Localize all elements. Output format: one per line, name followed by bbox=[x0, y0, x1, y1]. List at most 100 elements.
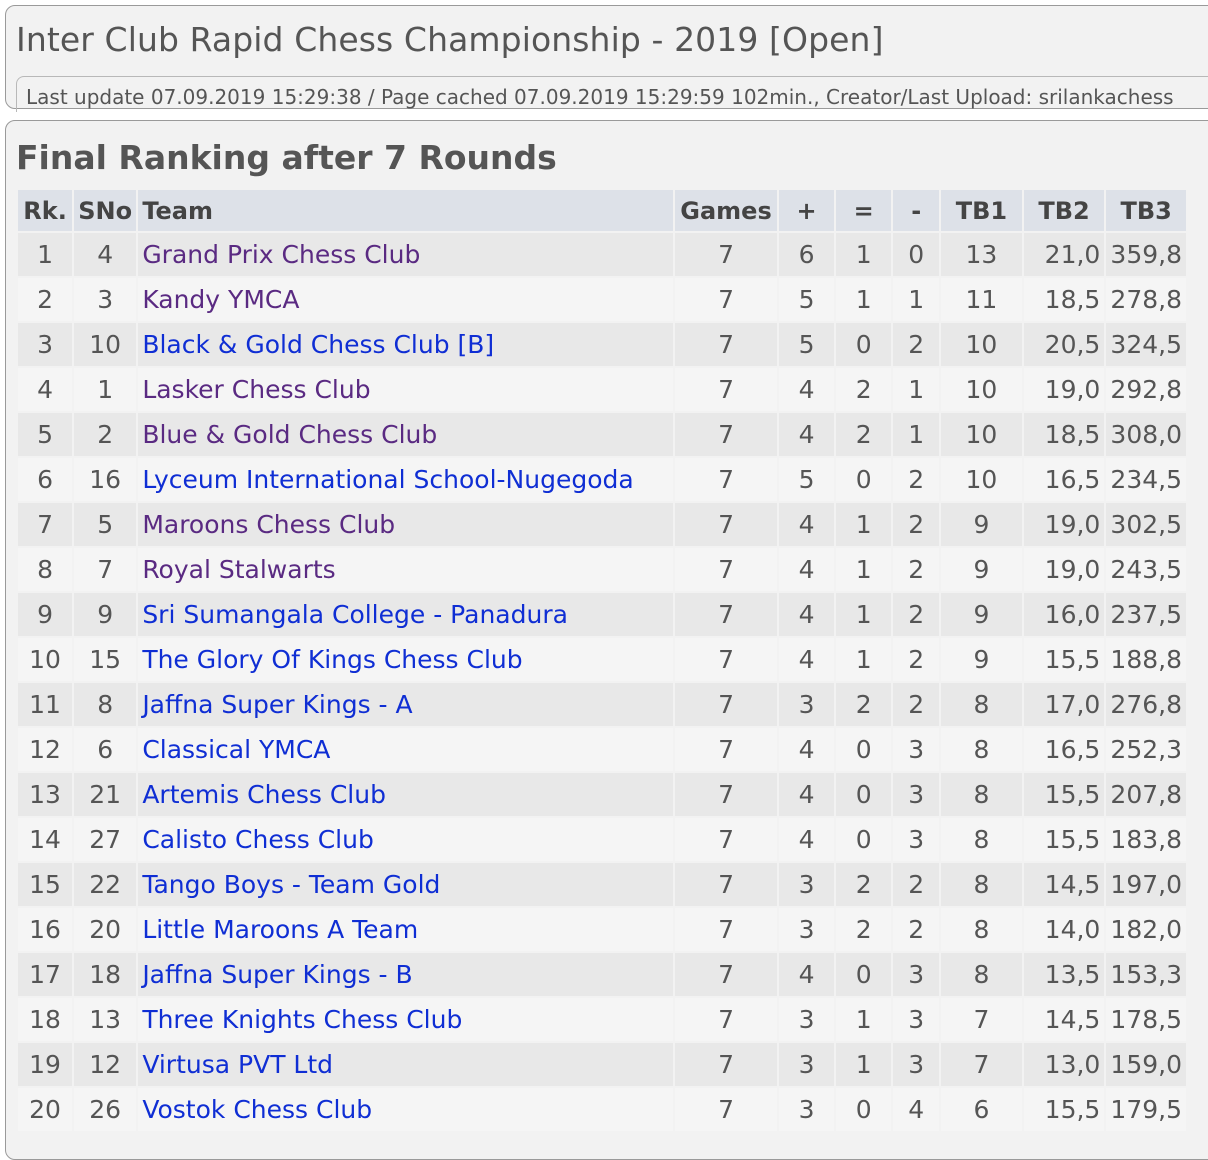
won-cell: 5 bbox=[779, 458, 835, 501]
tb3-cell: 243,5 bbox=[1106, 548, 1186, 591]
team-link[interactable]: The Glory Of Kings Chess Club bbox=[142, 645, 522, 674]
team-cell: Sri Sumangala College - Panadura bbox=[138, 593, 673, 636]
team-link[interactable]: Tango Boys - Team Gold bbox=[142, 870, 440, 899]
table-row: 11 8 Jaffna Super Kings - A 7 3 2 2 8 17,0 276,8 bbox=[18, 683, 1186, 726]
lost-cell: 1 bbox=[893, 278, 940, 321]
rank-cell: 19 bbox=[18, 1043, 73, 1086]
lost-cell: 2 bbox=[893, 638, 940, 681]
tb2-cell: 15,5 bbox=[1023, 1088, 1105, 1131]
team-link[interactable]: Maroons Chess Club bbox=[142, 510, 395, 539]
games-cell: 7 bbox=[675, 953, 778, 996]
won-cell: 3 bbox=[779, 863, 835, 906]
games-cell: 7 bbox=[675, 908, 778, 951]
team-link[interactable]: Blue & Gold Chess Club bbox=[142, 420, 437, 449]
tb1-cell: 7 bbox=[941, 998, 1022, 1041]
won-cell: 4 bbox=[779, 638, 835, 681]
table-row: 5 2 Blue & Gold Chess Club 7 4 2 1 10 18,5 308,0 bbox=[18, 413, 1186, 456]
tb2-cell: 20,5 bbox=[1023, 323, 1105, 366]
table-row: 20 26 Vostok Chess Club 7 3 0 4 6 15,5 179,5 bbox=[18, 1088, 1186, 1131]
games-cell: 7 bbox=[675, 548, 778, 591]
rank-cell: 7 bbox=[18, 503, 73, 546]
tb3-cell: 292,8 bbox=[1106, 368, 1186, 411]
team-link[interactable]: Virtusa PVT Ltd bbox=[142, 1050, 333, 1079]
team-link[interactable]: Artemis Chess Club bbox=[142, 780, 386, 809]
won-cell: 4 bbox=[779, 593, 835, 636]
team-link[interactable]: Three Knights Chess Club bbox=[142, 1005, 462, 1034]
team-cell: Tango Boys - Team Gold bbox=[138, 863, 673, 906]
team-link[interactable]: Calisto Chess Club bbox=[142, 825, 374, 854]
table-row: 14 27 Calisto Chess Club 7 4 0 3 8 15,5 183,8 bbox=[18, 818, 1186, 861]
lost-cell: 2 bbox=[893, 593, 940, 636]
team-cell: Blue & Gold Chess Club bbox=[138, 413, 673, 456]
rank-cell: 3 bbox=[18, 323, 73, 366]
lost-cell: 2 bbox=[893, 908, 940, 951]
tb1-cell: 8 bbox=[941, 953, 1022, 996]
games-cell: 7 bbox=[675, 458, 778, 501]
tb3-cell: 153,3 bbox=[1106, 953, 1186, 996]
team-link[interactable]: Black & Gold Chess Club [B] bbox=[142, 330, 494, 359]
team-cell: Virtusa PVT Ltd bbox=[138, 1043, 673, 1086]
tb2-cell: 13,0 bbox=[1023, 1043, 1105, 1086]
tb2-cell: 16,5 bbox=[1023, 458, 1105, 501]
drawn-cell: 1 bbox=[836, 503, 892, 546]
won-cell: 3 bbox=[779, 1088, 835, 1131]
team-link[interactable]: Sri Sumangala College - Panadura bbox=[142, 600, 568, 629]
lost-cell: 2 bbox=[893, 458, 940, 501]
tb2-cell: 14,5 bbox=[1023, 863, 1105, 906]
tb3-cell: 197,0 bbox=[1106, 863, 1186, 906]
rank-cell: 1 bbox=[18, 233, 73, 276]
tb1-cell: 9 bbox=[941, 593, 1022, 636]
lost-cell: 3 bbox=[893, 773, 940, 816]
won-cell: 6 bbox=[779, 233, 835, 276]
sno-cell: 6 bbox=[74, 728, 137, 771]
team-link[interactable]: Kandy YMCA bbox=[142, 285, 299, 314]
team-link[interactable]: Classical YMCA bbox=[142, 735, 330, 764]
games-cell: 7 bbox=[675, 998, 778, 1041]
tb3-cell: 276,8 bbox=[1106, 683, 1186, 726]
rank-cell: 17 bbox=[18, 953, 73, 996]
tb1-cell: 10 bbox=[941, 413, 1022, 456]
table-row: 10 15 The Glory Of Kings Chess Club 7 4 1 2 9 15… bbox=[18, 638, 1186, 681]
tb1-cell: 10 bbox=[941, 323, 1022, 366]
team-cell: The Glory Of Kings Chess Club bbox=[138, 638, 673, 681]
team-link[interactable]: Grand Prix Chess Club bbox=[142, 240, 420, 269]
drawn-cell: 2 bbox=[836, 368, 892, 411]
team-link[interactable]: Little Maroons A Team bbox=[142, 915, 418, 944]
rank-cell: 18 bbox=[18, 998, 73, 1041]
games-cell: 7 bbox=[675, 773, 778, 816]
team-cell: Little Maroons A Team bbox=[138, 908, 673, 951]
sno-cell: 20 bbox=[74, 908, 137, 951]
col-header-drawn: = bbox=[836, 190, 892, 231]
team-link[interactable]: Lyceum International School-Nugegoda bbox=[142, 465, 633, 494]
drawn-cell: 0 bbox=[836, 773, 892, 816]
won-cell: 5 bbox=[779, 278, 835, 321]
tb1-cell: 13 bbox=[941, 233, 1022, 276]
team-link[interactable]: Jaffna Super Kings - B bbox=[142, 960, 412, 989]
tb3-cell: 237,5 bbox=[1106, 593, 1186, 636]
team-cell: Three Knights Chess Club bbox=[138, 998, 673, 1041]
team-link[interactable]: Royal Stalwarts bbox=[142, 555, 335, 584]
tb1-cell: 8 bbox=[941, 908, 1022, 951]
ranking-table-body: 1 4 Grand Prix Chess Club 7 6 1 0 13 21,0 359,8 2 3… bbox=[18, 233, 1186, 1131]
lost-cell: 0 bbox=[893, 233, 940, 276]
drawn-cell: 2 bbox=[836, 413, 892, 456]
won-cell: 4 bbox=[779, 818, 835, 861]
lost-cell: 3 bbox=[893, 728, 940, 771]
tb2-cell: 16,5 bbox=[1023, 728, 1105, 771]
drawn-cell: 0 bbox=[836, 1088, 892, 1131]
tb2-cell: 15,5 bbox=[1023, 773, 1105, 816]
sno-cell: 10 bbox=[74, 323, 137, 366]
tb3-cell: 302,5 bbox=[1106, 503, 1186, 546]
ranking-table: Rk. SNo Team Games + = - TB1 TB2 TB3 14G… bbox=[16, 188, 1188, 1133]
lost-cell: 3 bbox=[893, 953, 940, 996]
tb3-cell: 278,8 bbox=[1106, 278, 1186, 321]
rank-cell: 4 bbox=[18, 368, 73, 411]
lost-cell: 1 bbox=[893, 413, 940, 456]
team-link[interactable]: Jaffna Super Kings - A bbox=[142, 690, 412, 719]
team-link[interactable]: Vostok Chess Club bbox=[142, 1095, 372, 1124]
tb2-cell: 14,0 bbox=[1023, 908, 1105, 951]
rank-cell: 10 bbox=[18, 638, 73, 681]
sno-cell: 5 bbox=[74, 503, 137, 546]
team-link[interactable]: Lasker Chess Club bbox=[142, 375, 370, 404]
lost-cell: 4 bbox=[893, 1088, 940, 1131]
